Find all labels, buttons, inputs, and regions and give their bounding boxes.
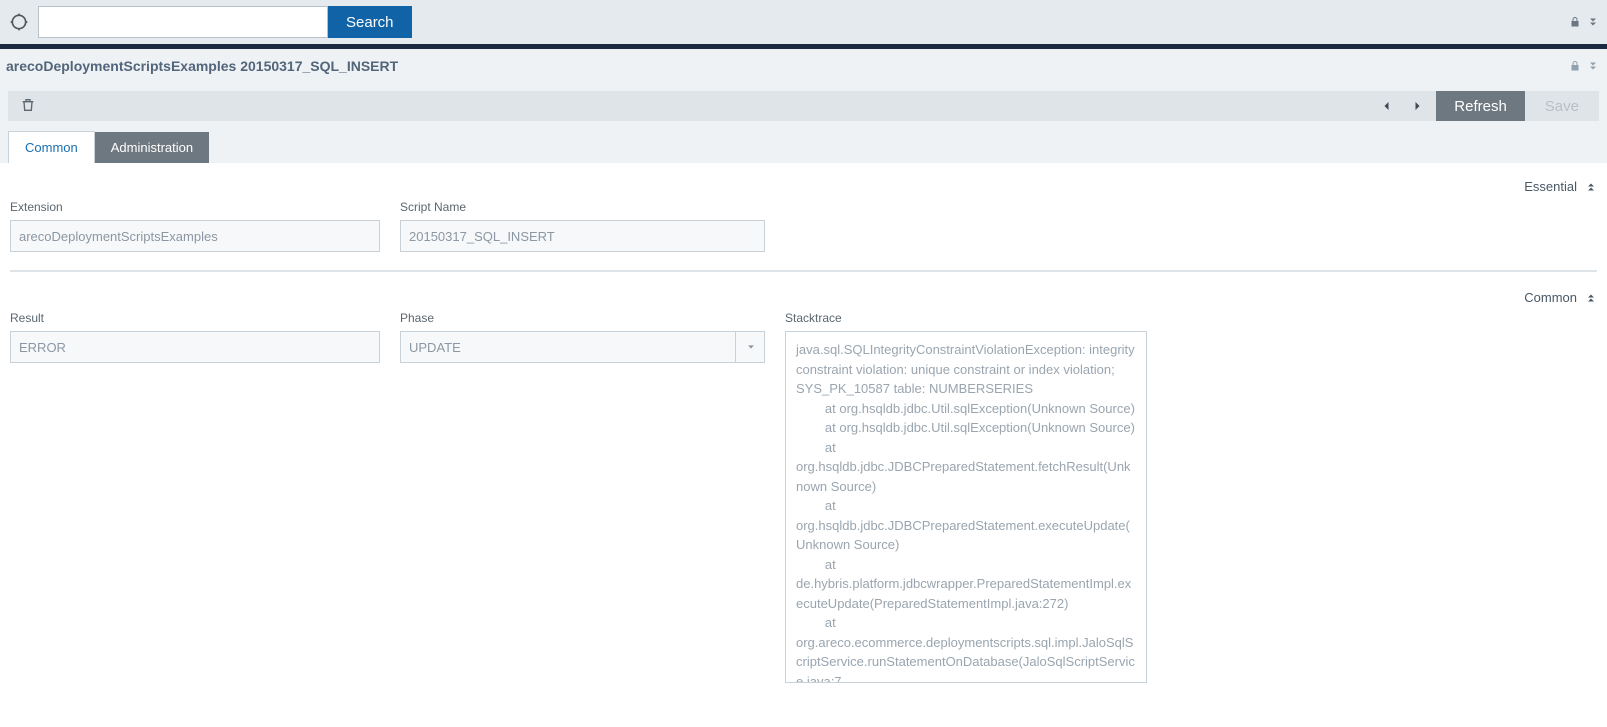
script-name-label: Script Name — [400, 200, 765, 214]
field-stacktrace: Stacktrace java.sql.SQLIntegrityConstrai… — [785, 311, 1147, 683]
tabs: Common Administration — [8, 129, 1599, 163]
tab-administration[interactable]: Administration — [95, 132, 209, 163]
stacktrace-textarea[interactable]: java.sql.SQLIntegrityConstraintViolation… — [785, 331, 1147, 683]
topbar-right-icons — [1569, 16, 1599, 28]
lock-icon[interactable] — [1569, 16, 1581, 28]
expand-down-icon[interactable] — [1587, 16, 1599, 28]
section-common-header: Common — [10, 290, 1597, 305]
extension-label: Extension — [10, 200, 380, 214]
section-essential-label: Essential — [1524, 179, 1577, 194]
tab-common[interactable]: Common — [8, 131, 95, 163]
titlebar-right-icons — [1569, 60, 1599, 72]
page-title: arecoDeploymentScriptsExamples 20150317_… — [6, 58, 398, 74]
page-title-bar: arecoDeploymentScriptsExamples 20150317_… — [0, 49, 1607, 83]
stacktrace-label: Stacktrace — [785, 311, 1147, 325]
search-button[interactable]: Search — [328, 6, 412, 38]
top-search-bar: Search — [0, 0, 1607, 44]
refresh-button[interactable]: Refresh — [1436, 91, 1525, 121]
content-area: Essential Extension Script Name Common R… — [0, 163, 1607, 713]
extension-input[interactable] — [10, 220, 380, 252]
app-logo-icon — [6, 9, 32, 35]
chevron-left-icon — [1381, 100, 1393, 112]
trash-icon — [20, 97, 36, 113]
section-divider — [10, 270, 1597, 272]
section-common-label: Common — [1524, 290, 1577, 305]
prev-button[interactable] — [1372, 91, 1402, 121]
collapse-up-icon[interactable] — [1585, 292, 1597, 304]
field-script-name: Script Name — [400, 200, 765, 252]
chevron-down-icon[interactable] — [735, 331, 765, 363]
result-label: Result — [10, 311, 380, 325]
common-fields-row: Result Phase Stacktrace java.sql.SQLInte… — [10, 311, 1597, 683]
chevron-right-icon — [1411, 100, 1423, 112]
tabs-container: Common Administration — [0, 129, 1607, 163]
result-input[interactable] — [10, 331, 380, 363]
collapse-up-icon[interactable] — [1585, 181, 1597, 193]
section-essential-header: Essential — [10, 179, 1597, 194]
phase-select-value — [400, 331, 765, 363]
save-button: Save — [1525, 91, 1599, 121]
delete-button[interactable] — [16, 93, 40, 120]
field-phase: Phase — [400, 311, 765, 683]
phase-select[interactable] — [400, 331, 765, 363]
next-button[interactable] — [1402, 91, 1432, 121]
phase-label: Phase — [400, 311, 765, 325]
expand-down-icon[interactable] — [1587, 60, 1599, 72]
field-result: Result — [10, 311, 380, 683]
global-search-input[interactable] — [38, 6, 328, 38]
essential-fields-row: Extension Script Name — [10, 200, 1597, 252]
action-toolbar: Refresh Save — [8, 91, 1599, 121]
script-name-input[interactable] — [400, 220, 765, 252]
lock-icon[interactable] — [1569, 60, 1581, 72]
field-extension: Extension — [10, 200, 380, 252]
toolbar-container: Refresh Save — [0, 83, 1607, 129]
